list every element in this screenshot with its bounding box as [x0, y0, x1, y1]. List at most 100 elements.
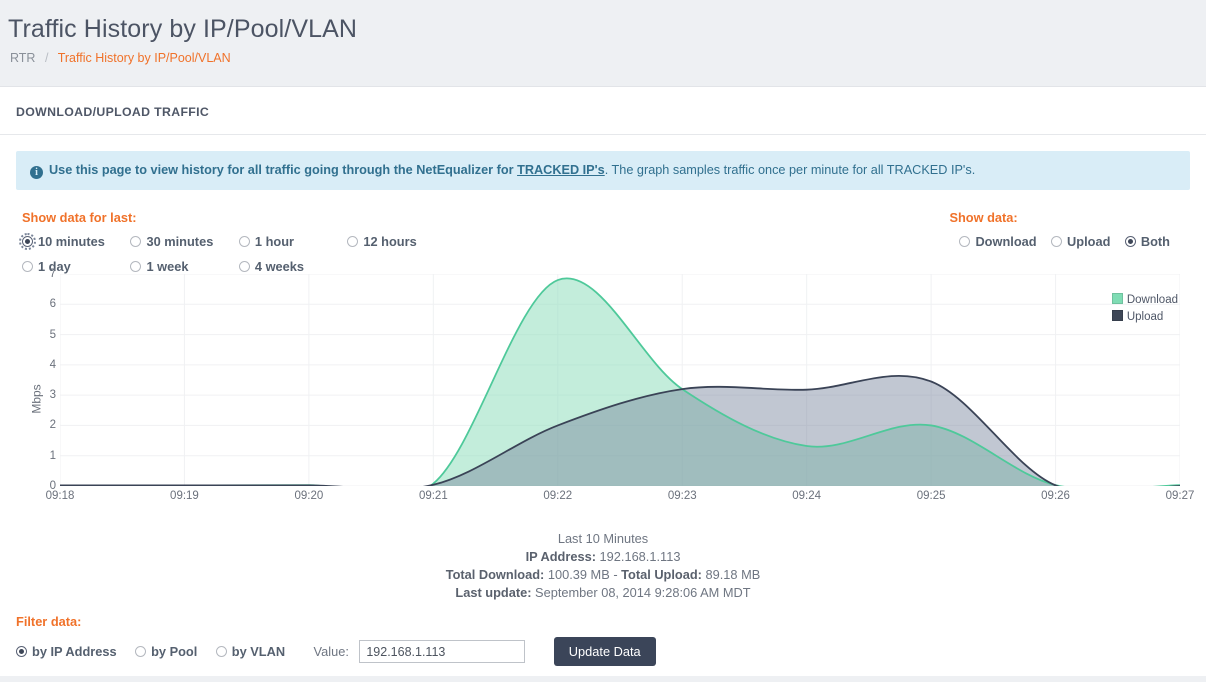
radio-label: by Pool: [151, 644, 197, 659]
tracked-ips-link[interactable]: TRACKED IP's: [517, 163, 605, 177]
breadcrumb: RTR / Traffic History by IP/Pool/VLAN: [8, 51, 1206, 65]
radio-by-vlan[interactable]: by VLAN: [216, 644, 285, 659]
radio-dot-icon: [22, 236, 33, 247]
radio-dot-icon: [347, 236, 358, 247]
radio-label: 12 hours: [363, 234, 416, 249]
radio-1-day[interactable]: 1 day: [22, 259, 122, 274]
x-tick-label: 09:25: [917, 490, 946, 502]
controls-row: Show data for last: 10 minutes 30 minute…: [16, 210, 1190, 270]
radio-dot-icon: [130, 236, 141, 247]
radio-label: Both: [1141, 234, 1170, 249]
legend-item: Upload: [1112, 309, 1178, 326]
radio-label: by VLAN: [232, 644, 285, 659]
range-group-label: Show data for last:: [22, 210, 451, 225]
filter-controls: Filter data: by IP Address by Pool by VL…: [16, 614, 1190, 666]
caption-upload-value: 89.18 MB: [706, 567, 761, 582]
direction-row: Download Upload Both: [949, 233, 1170, 251]
radio-label: 10 minutes: [38, 234, 105, 249]
caption-ip: IP Address: 192.168.1.113: [16, 548, 1190, 566]
caption-upload-label: Total Upload:: [621, 567, 702, 582]
caption-ip-value: 192.168.1.113: [600, 549, 681, 564]
radio-label: 1 week: [146, 259, 188, 274]
radio-label: by IP Address: [32, 644, 117, 659]
x-axis-ticks: 09:1809:1909:2009:2109:2209:2309:2409:25…: [60, 490, 1180, 506]
radio-1-week[interactable]: 1 week: [130, 259, 230, 274]
chart-svg: [60, 274, 1180, 486]
value-input[interactable]: [359, 640, 525, 663]
x-tick-label: 09:22: [543, 490, 572, 502]
caption-dash: -: [613, 567, 617, 582]
radio-30-minutes[interactable]: 30 minutes: [130, 234, 230, 249]
radio-dot-icon: [959, 236, 970, 247]
direction-control-group: Show data: Download Upload Both: [949, 210, 1170, 258]
radio-label: 4 weeks: [255, 259, 304, 274]
y-tick-label: 2: [38, 419, 56, 431]
radio-dot-icon: [239, 236, 250, 247]
y-tick-label: 5: [38, 329, 56, 341]
x-tick-label: 09:20: [294, 490, 323, 502]
x-tick-label: 09:19: [170, 490, 199, 502]
caption-download-label: Total Download:: [446, 567, 545, 582]
radio-download[interactable]: Download: [959, 234, 1036, 249]
update-data-button[interactable]: Update Data: [554, 637, 656, 666]
radio-10-minutes[interactable]: 10 minutes: [22, 234, 122, 249]
caption-totals: Total Download: 100.39 MB - Total Upload…: [16, 566, 1190, 584]
panel-title: DOWNLOAD/UPLOAD TRAFFIC: [16, 105, 209, 119]
filter-row: by IP Address by Pool by VLAN Value: Upd…: [16, 637, 1190, 666]
range-control-group: Show data for last: 10 minutes 30 minute…: [22, 210, 451, 283]
info-icon: i: [30, 166, 43, 179]
legend-swatch-icon: [1112, 310, 1123, 321]
caption-last-update: Last update: September 08, 2014 9:28:06 …: [16, 584, 1190, 602]
x-tick-label: 09:23: [668, 490, 697, 502]
radio-dot-icon: [16, 646, 27, 657]
y-tick-label: 7: [38, 268, 56, 280]
chart-plot-area: [60, 274, 1180, 486]
y-axis-ticks: 01234567: [34, 274, 56, 486]
x-tick-label: 09:21: [419, 490, 448, 502]
breadcrumb-root[interactable]: RTR: [10, 51, 35, 65]
radio-1-hour[interactable]: 1 hour: [239, 234, 339, 249]
radio-dot-icon: [130, 261, 141, 272]
radio-dot-icon: [1125, 236, 1136, 247]
breadcrumb-current[interactable]: Traffic History by IP/Pool/VLAN: [58, 51, 231, 65]
panel-body: i Use this page to view history for all t…: [0, 135, 1206, 682]
info-banner-text-before: Use this page to view history for all tr…: [49, 163, 517, 177]
radio-dot-icon: [1051, 236, 1062, 247]
value-label: Value:: [314, 644, 349, 659]
radio-by-ip-address[interactable]: by IP Address: [16, 644, 117, 659]
radio-dot-icon: [135, 646, 146, 657]
radio-upload[interactable]: Upload: [1051, 234, 1110, 249]
direction-group-label: Show data:: [949, 210, 1170, 225]
caption-ip-label: IP Address:: [526, 549, 596, 564]
traffic-chart: Mbps 01234567 09:1809:1909:2009:2109:220…: [16, 274, 1190, 524]
chart-legend: Download Upload: [1112, 292, 1178, 326]
y-tick-label: 3: [38, 389, 56, 401]
radio-by-pool[interactable]: by Pool: [135, 644, 197, 659]
radio-label: Upload: [1067, 234, 1110, 249]
caption-range: Last 10 Minutes: [16, 530, 1190, 548]
radio-label: 30 minutes: [146, 234, 213, 249]
page-title: Traffic History by IP/Pool/VLAN: [8, 14, 1206, 44]
panel-header: DOWNLOAD/UPLOAD TRAFFIC: [0, 87, 1206, 135]
radio-4-weeks[interactable]: 4 weeks: [239, 259, 339, 274]
x-tick-label: 09:24: [792, 490, 821, 502]
y-tick-label: 6: [38, 298, 56, 310]
filter-group-label: Filter data:: [16, 614, 1190, 629]
radio-12-hours[interactable]: 12 hours: [347, 234, 447, 249]
page-header: Traffic History by IP/Pool/VLAN RTR / Tr…: [0, 0, 1206, 65]
breadcrumb-separator: /: [45, 51, 48, 65]
range-row-1: 10 minutes 30 minutes 1 hour 12 hours: [22, 233, 451, 251]
legend-label: Download: [1127, 294, 1178, 306]
radio-both[interactable]: Both: [1125, 234, 1170, 249]
radio-dot-icon: [216, 646, 227, 657]
radio-label: Download: [975, 234, 1036, 249]
radio-dot-icon: [22, 261, 33, 272]
radio-dot-icon: [239, 261, 250, 272]
caption-update-label: Last update:: [455, 585, 531, 600]
legend-item: Download: [1112, 292, 1178, 309]
chart-caption: Last 10 Minutes IP Address: 192.168.1.11…: [16, 530, 1190, 602]
caption-update-value: September 08, 2014 9:28:06 AM MDT: [535, 585, 751, 600]
info-banner: i Use this page to view history for all t…: [16, 151, 1190, 190]
x-tick-label: 09:18: [46, 490, 75, 502]
y-tick-label: 1: [38, 450, 56, 462]
